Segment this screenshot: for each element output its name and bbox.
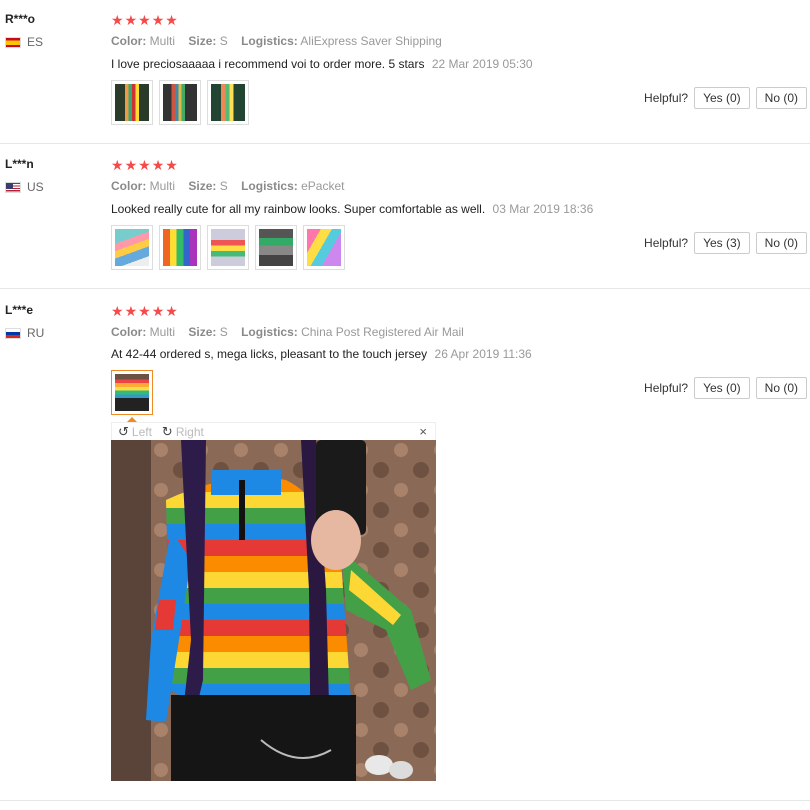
review-text: I love preciosaaaaa i recommend voi to o… bbox=[111, 57, 533, 71]
review-text: At 42-44 ordered s, mega licks, pleasant… bbox=[111, 347, 532, 361]
logistics-label: Logistics: bbox=[241, 325, 298, 339]
color-value: Multi bbox=[149, 34, 176, 48]
review-date: 03 Mar 2019 18:36 bbox=[492, 202, 594, 216]
comment-text: I love preciosaaaaa i recommend voi to o… bbox=[111, 57, 425, 71]
photo-thumbnail[interactable] bbox=[207, 225, 249, 270]
divider bbox=[0, 800, 810, 801]
logistics-label: Logistics: bbox=[241, 34, 298, 48]
review-photos bbox=[111, 80, 249, 125]
star-icon: ★ bbox=[165, 157, 178, 173]
star-icon: ★ bbox=[165, 303, 178, 319]
reviewer-name: L***n bbox=[5, 157, 34, 171]
order-info: Color: Multi Size: S Logistics: ePacket bbox=[111, 179, 344, 193]
star-icon: ★ bbox=[138, 157, 151, 173]
star-icon: ★ bbox=[151, 303, 165, 319]
star-icon: ★ bbox=[165, 12, 178, 28]
helpful-yes-button[interactable]: Yes (3) bbox=[694, 232, 750, 254]
size-value: S bbox=[219, 325, 228, 339]
star-rating: ★ ★ ★ ★ ★ bbox=[111, 13, 178, 27]
logistics-value: AliExpress Saver Shipping bbox=[300, 34, 442, 48]
viewer-toolbar: ↺ Left ↻ Right × bbox=[111, 422, 436, 440]
comment-text: At 42-44 ordered s, mega licks, pleasant… bbox=[111, 347, 428, 361]
review-date: 26 Apr 2019 11:36 bbox=[434, 347, 532, 361]
enlarged-photo bbox=[111, 440, 436, 781]
photo-thumbnail[interactable] bbox=[159, 80, 201, 125]
helpful-no-button[interactable]: No (0) bbox=[755, 87, 807, 109]
review-photos bbox=[111, 225, 345, 270]
size-label: Size: bbox=[188, 325, 217, 339]
size-label: Size: bbox=[188, 179, 217, 193]
helpful-no-button[interactable]: No (0) bbox=[755, 232, 807, 254]
country-code: US bbox=[27, 180, 44, 194]
logistics-value: ePacket bbox=[301, 179, 345, 193]
divider bbox=[0, 288, 810, 289]
star-rating: ★ ★ ★ ★ ★ bbox=[111, 304, 178, 318]
size-value: S bbox=[219, 179, 228, 193]
helpful-vote: Helpful? Yes (0) No (0) bbox=[644, 87, 807, 109]
photo-thumbnail[interactable] bbox=[207, 80, 249, 125]
helpful-vote: Helpful? Yes (3) No (0) bbox=[644, 232, 807, 254]
helpful-label: Helpful? bbox=[644, 91, 689, 105]
review-photos bbox=[111, 370, 153, 415]
rotate-right-button[interactable]: ↻ Right bbox=[162, 424, 204, 440]
star-icon: ★ bbox=[138, 12, 151, 28]
color-label: Color: bbox=[111, 179, 147, 193]
order-info: Color: Multi Size: S Logistics: AliExpre… bbox=[111, 34, 442, 48]
rotate-right-icon: ↻ bbox=[161, 423, 173, 439]
reviewer-country: RU bbox=[5, 326, 44, 340]
photo-viewer: ↺ Left ↻ Right × bbox=[111, 417, 436, 781]
photo-illustration bbox=[111, 440, 436, 781]
rotate-left-label: Left bbox=[131, 424, 152, 439]
star-icon: ★ bbox=[124, 12, 138, 28]
country-code: ES bbox=[27, 35, 44, 49]
rotate-left-icon: ↺ bbox=[118, 423, 129, 439]
color-label: Color: bbox=[111, 325, 147, 339]
photo-thumbnail[interactable] bbox=[111, 80, 153, 125]
photo-thumbnail[interactable] bbox=[111, 225, 153, 270]
helpful-no-button[interactable]: No (0) bbox=[755, 377, 807, 399]
reviewer-name: L***e bbox=[5, 303, 34, 317]
flag-icon bbox=[5, 36, 21, 48]
star-icon: ★ bbox=[124, 303, 138, 319]
star-icon: ★ bbox=[111, 303, 124, 319]
helpful-yes-button[interactable]: Yes (0) bbox=[694, 87, 750, 109]
order-info: Color: Multi Size: S Logistics: China Po… bbox=[111, 325, 464, 339]
star-icon: ★ bbox=[111, 12, 124, 28]
helpful-label: Helpful? bbox=[644, 381, 689, 395]
rotate-right-label: Right bbox=[175, 424, 204, 439]
helpful-yes-button[interactable]: Yes (0) bbox=[694, 377, 750, 399]
flag-icon bbox=[5, 327, 21, 339]
star-icon: ★ bbox=[111, 157, 124, 173]
size-label: Size: bbox=[188, 34, 217, 48]
rotate-left-button[interactable]: ↺ Left bbox=[118, 424, 152, 440]
comment-text: Looked really cute for all my rainbow lo… bbox=[111, 202, 486, 216]
star-rating: ★ ★ ★ ★ ★ bbox=[111, 158, 178, 172]
flag-icon bbox=[5, 181, 21, 193]
color-label: Color: bbox=[111, 34, 147, 48]
review-text: Looked really cute for all my rainbow lo… bbox=[111, 202, 593, 216]
star-icon: ★ bbox=[124, 157, 138, 173]
photo-thumbnail[interactable] bbox=[255, 225, 297, 270]
photo-thumbnail[interactable] bbox=[159, 225, 201, 270]
logistics-value: China Post Registered Air Mail bbox=[301, 325, 464, 339]
logistics-label: Logistics: bbox=[241, 179, 298, 193]
photo-thumbnail[interactable] bbox=[303, 225, 345, 270]
helpful-label: Helpful? bbox=[644, 236, 689, 250]
review-date: 22 Mar 2019 05:30 bbox=[431, 57, 533, 71]
helpful-vote: Helpful? Yes (0) No (0) bbox=[644, 377, 807, 399]
reviewer-name: R***o bbox=[5, 12, 36, 26]
color-value: Multi bbox=[149, 325, 176, 339]
divider bbox=[0, 143, 810, 144]
close-icon[interactable]: × bbox=[419, 424, 427, 439]
photo-thumbnail-selected[interactable] bbox=[111, 370, 153, 415]
size-value: S bbox=[219, 34, 228, 48]
reviewer-country: ES bbox=[5, 35, 43, 49]
star-icon: ★ bbox=[138, 303, 151, 319]
color-value: Multi bbox=[149, 179, 176, 193]
reviewer-country: US bbox=[5, 180, 44, 194]
star-icon: ★ bbox=[151, 157, 165, 173]
star-icon: ★ bbox=[151, 12, 165, 28]
country-code: RU bbox=[27, 326, 45, 340]
